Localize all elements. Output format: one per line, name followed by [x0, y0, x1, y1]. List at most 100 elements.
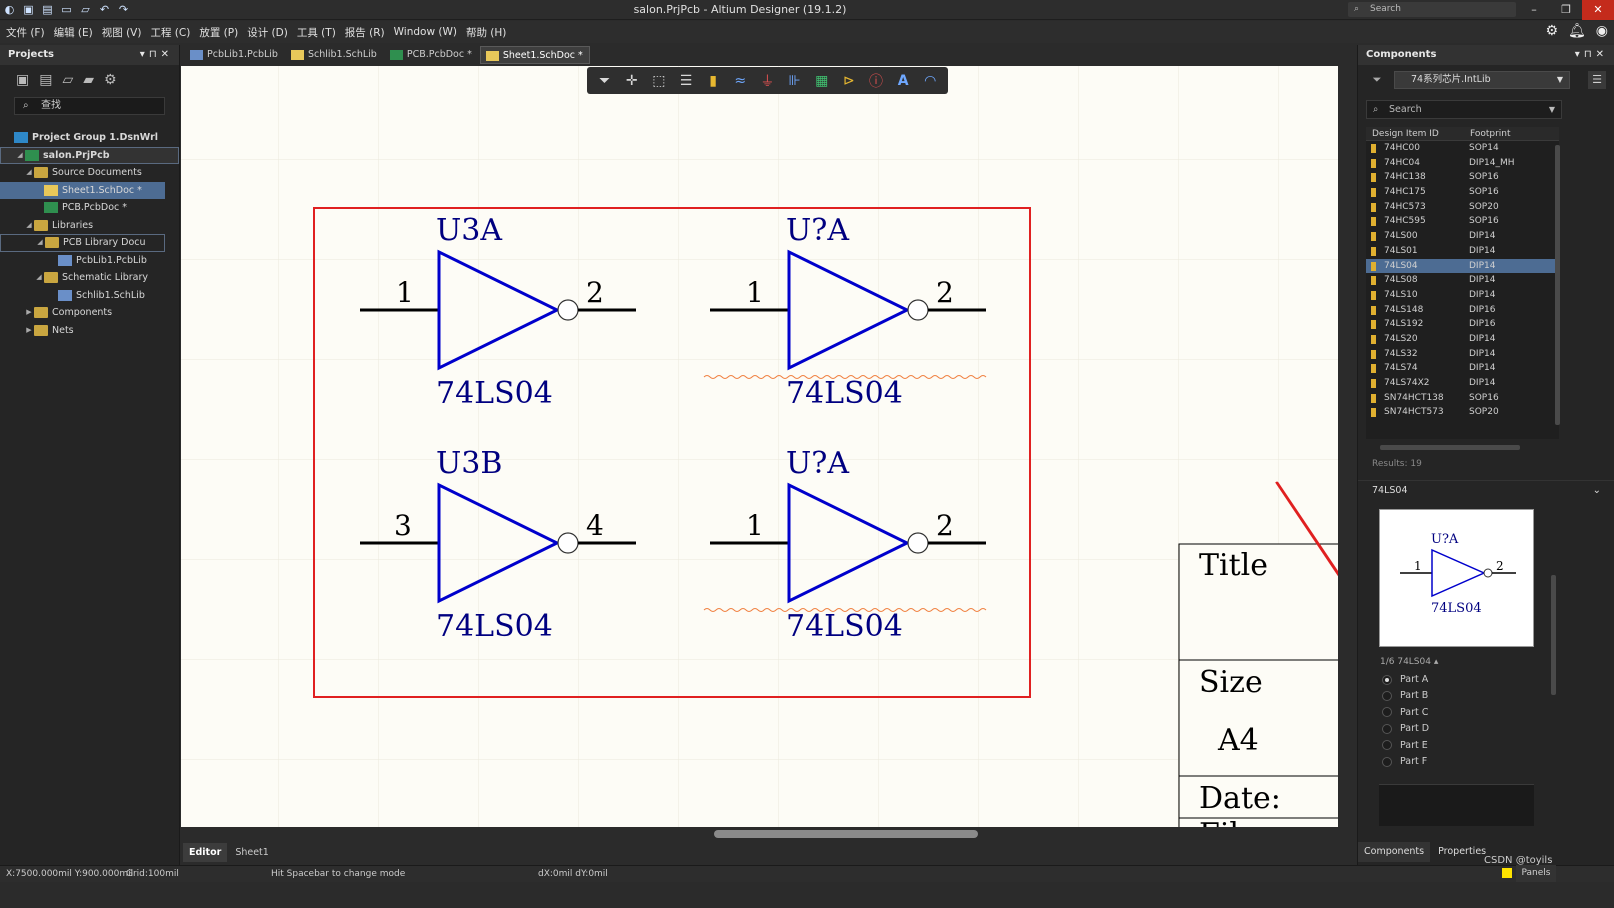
table-horizontal-scrollbar[interactable]: [1380, 445, 1520, 450]
part-option[interactable]: Part C: [1382, 707, 1428, 718]
collapse-arrow-icon[interactable]: ◢: [24, 164, 34, 182]
radio-button[interactable]: [1382, 756, 1392, 767]
arc-icon[interactable]: ◠: [919, 71, 941, 91]
folder-open-icon[interactable]: ▱: [62, 72, 73, 88]
menu-reports[interactable]: 报告 (R): [345, 25, 385, 40]
horizontal-scrollbar[interactable]: [181, 827, 1338, 841]
menu-help[interactable]: 帮助 (H): [466, 25, 506, 40]
column-design-item-id[interactable]: Design Item ID: [1366, 127, 1464, 140]
table-row[interactable]: 74LS20 DIP14: [1366, 332, 1559, 347]
text-icon[interactable]: A: [892, 71, 914, 91]
tree-item-source-documents[interactable]: ◢ Source Documents: [0, 164, 179, 182]
wire-icon[interactable]: ≈: [729, 71, 751, 91]
tree-item-nets[interactable]: ▶ Nets: [0, 322, 179, 340]
port-icon[interactable]: ⊳: [838, 71, 860, 91]
menu-tools[interactable]: 工具 (T): [297, 25, 336, 40]
table-row[interactable]: 74LS32 DIP14: [1366, 347, 1559, 362]
tab-schlib1[interactable]: Schlib1.SchLib: [286, 46, 383, 64]
table-row[interactable]: 74HC04 DIP14_MH: [1366, 156, 1559, 171]
table-row[interactable]: 74HC595 SOP16: [1366, 214, 1559, 229]
no-erc-icon[interactable]: ⓘ: [865, 71, 887, 91]
sheet-symbol-icon[interactable]: ▦: [811, 71, 833, 91]
table-row[interactable]: 74LS04 DIP14: [1366, 258, 1559, 274]
collapse-arrow-icon[interactable]: ◢: [35, 234, 45, 252]
panels-button[interactable]: Panels: [1516, 865, 1556, 882]
tree-item-pcb-library-docs[interactable]: ◢ PCB Library Docu: [0, 234, 165, 252]
gear-icon[interactable]: ⚙: [104, 72, 117, 88]
radio-button[interactable]: [1382, 690, 1392, 701]
panel-controls[interactable]: ▾⊓✕: [140, 45, 173, 65]
align-icon[interactable]: ☰: [675, 71, 697, 91]
tree-item-libraries[interactable]: ◢ Libraries: [0, 217, 179, 235]
tree-item-project-group[interactable]: Project Group 1.DsnWrl: [0, 129, 179, 147]
global-search[interactable]: ⌕ Search: [1348, 2, 1516, 17]
filter-icon[interactable]: ⏷: [1368, 71, 1386, 89]
menu-place[interactable]: 放置 (P): [199, 25, 238, 40]
table-row[interactable]: 74LS192 DIP16: [1366, 317, 1559, 332]
copy-icon[interactable]: ▤: [39, 72, 52, 88]
place-part-icon[interactable]: ▮: [702, 71, 724, 91]
table-row[interactable]: 74HC573 SOP20: [1366, 200, 1559, 215]
tree-item-schlib1[interactable]: Schlib1.SchLib: [0, 287, 179, 305]
folder-settings-icon[interactable]: ▰: [83, 72, 94, 88]
table-row[interactable]: 74LS74 DIP14: [1366, 361, 1559, 376]
schematic-canvas[interactable]: U3A 1 2 74LS04 U?A 1 2 74LS04 U3B 3 4 74…: [181, 66, 1338, 827]
menu-design[interactable]: 设计 (D): [247, 25, 288, 40]
tab-editor[interactable]: Editor: [183, 843, 228, 862]
table-vertical-scrollbar[interactable]: [1555, 145, 1560, 425]
column-footprint[interactable]: Footprint: [1464, 127, 1511, 140]
user-icon[interactable]: ◉: [1596, 23, 1608, 39]
table-row[interactable]: 74LS01 DIP14: [1366, 244, 1559, 259]
part-option[interactable]: Part B: [1382, 690, 1428, 701]
tree-item-schematic-library[interactable]: ◢ Schematic Library: [0, 269, 179, 287]
menu-window[interactable]: Window (W): [394, 26, 457, 38]
menu-edit[interactable]: 编辑 (E): [54, 25, 93, 40]
table-row[interactable]: 74HC175 SOP16: [1366, 185, 1559, 200]
expand-arrow-icon[interactable]: ▶: [24, 304, 34, 322]
menu-file[interactable]: 文件 (F): [6, 25, 45, 40]
menu-icon[interactable]: ☰: [1588, 71, 1606, 89]
library-dropdown[interactable]: 74系列芯片.IntLib ▼: [1394, 71, 1570, 89]
menu-view[interactable]: 视图 (V): [102, 25, 142, 40]
tree-item-pcblib1[interactable]: PcbLib1.PcbLib: [0, 252, 179, 270]
tree-item-components[interactable]: ▶ Components: [0, 304, 179, 322]
table-row[interactable]: 74LS74X2 DIP14: [1366, 376, 1559, 391]
radio-button[interactable]: [1382, 740, 1392, 751]
part-option[interactable]: Part F: [1382, 756, 1427, 767]
select-rect-icon[interactable]: ⬚: [648, 71, 670, 91]
table-row[interactable]: SN74HCT573 SOP20: [1366, 405, 1559, 420]
table-row[interactable]: 74LS08 DIP14: [1366, 273, 1559, 288]
restore-button[interactable]: ❐: [1550, 0, 1582, 20]
radio-button[interactable]: [1382, 707, 1392, 718]
part-option[interactable]: Part A: [1382, 674, 1428, 685]
part-selector[interactable]: 1/6 74LS04 ▴: [1380, 657, 1438, 667]
tab-pcblib1[interactable]: PcbLib1.PcbLib: [185, 46, 284, 64]
gear-icon[interactable]: ⚙: [1545, 23, 1558, 39]
collapse-arrow-icon[interactable]: ◢: [24, 217, 34, 235]
components-search-input[interactable]: ⌕ Search ▼: [1366, 100, 1562, 119]
tree-item-sheet1-schdoc[interactable]: Sheet1.SchDoc *: [0, 181, 165, 199]
table-row[interactable]: 74LS148 DIP16: [1366, 303, 1559, 318]
table-row[interactable]: SN74HCT138 SOP16: [1366, 391, 1559, 406]
close-button[interactable]: ✕: [1582, 0, 1614, 20]
collapse-arrow-icon[interactable]: ◢: [34, 269, 44, 287]
filter-icon[interactable]: ⏷: [594, 71, 616, 91]
preview-header[interactable]: 74LS04 ⌄: [1358, 480, 1614, 500]
collapse-arrow-icon[interactable]: ◢: [15, 147, 25, 165]
table-row[interactable]: 74HC138 SOP16: [1366, 170, 1559, 185]
radio-button[interactable]: [1382, 723, 1392, 734]
part-option[interactable]: Part E: [1382, 740, 1428, 751]
scroll-thumb[interactable]: [714, 830, 978, 838]
tab-sheet1-schdoc[interactable]: Sheet1.SchDoc *: [479, 46, 590, 64]
crosshair-icon[interactable]: ✛: [621, 71, 643, 91]
vertical-scrollbar[interactable]: [1338, 66, 1357, 827]
tab-components[interactable]: Components: [1358, 842, 1431, 862]
minimize-button[interactable]: –: [1518, 0, 1550, 20]
power-port-icon[interactable]: ⏚: [756, 71, 778, 91]
radio-button[interactable]: [1382, 674, 1392, 685]
part-option[interactable]: Part D: [1382, 723, 1429, 734]
bus-entry-icon[interactable]: ⊪: [784, 71, 806, 91]
tab-sheet1[interactable]: Sheet1: [229, 843, 275, 862]
panel-controls[interactable]: ▾⊓✕: [1575, 45, 1608, 65]
table-row[interactable]: 74LS10 DIP14: [1366, 288, 1559, 303]
